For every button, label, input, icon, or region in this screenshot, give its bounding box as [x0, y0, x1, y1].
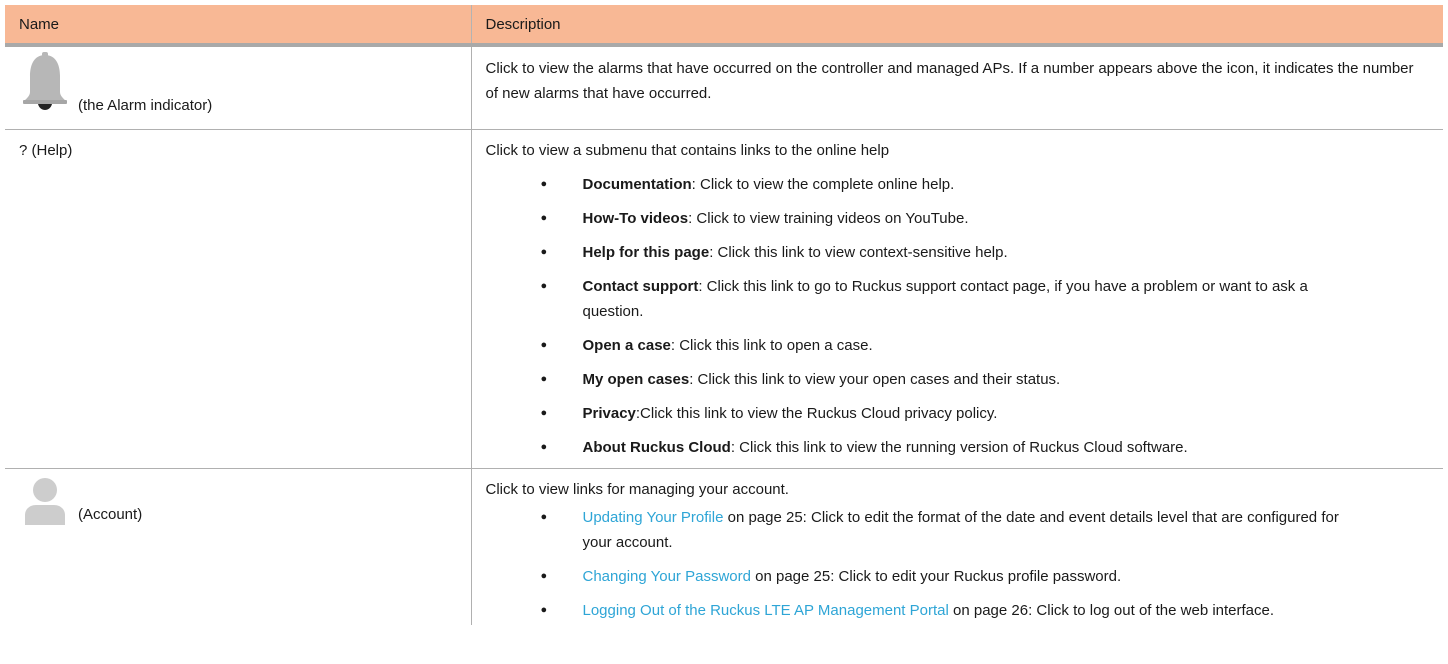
table-header-row: Name Description — [5, 5, 1443, 47]
item-text: on page 25: Click to edit your Ruckus pr… — [750, 568, 1122, 585]
help-menu-list: Documentation: Click to view the complet… — [486, 172, 1430, 460]
list-item: Help for this page: Click this link to v… — [486, 240, 1430, 265]
item-text: : Click this link to view context-sensit… — [709, 244, 1008, 261]
row-name-cell: (Account) — [5, 469, 471, 626]
account-links-list: Updating Your Profile on page 25: Click … — [486, 505, 1430, 623]
list-item: Documentation: Click to view the complet… — [486, 172, 1430, 197]
table-row: ? (Help) Click to view a submenu that co… — [5, 129, 1443, 469]
bell-icon — [21, 52, 69, 116]
item-text: : Click this link to view the running ve… — [730, 439, 1188, 456]
row-description-cell: Click to view the alarms that have occur… — [470, 45, 1443, 130]
list-item: Logging Out of the Ruckus LTE AP Managem… — [486, 598, 1430, 623]
column-header-description: Description — [470, 5, 1443, 47]
description-intro: Click to view links for managing your ac… — [485, 481, 789, 498]
list-item: Privacy:Click this link to view the Ruck… — [486, 401, 1430, 426]
item-term: Documentation — [582, 176, 692, 193]
item-text: : Click this link to view your open case… — [689, 371, 1061, 388]
item-term: My open cases — [582, 371, 690, 388]
updating-profile-link[interactable]: Updating Your Profile — [583, 509, 724, 526]
item-term: Contact support — [582, 278, 699, 295]
list-item: Changing Your Password on page 25: Click… — [486, 564, 1430, 589]
item-term: How-To videos — [582, 210, 689, 227]
row-description-cell: Click to view a submenu that contains li… — [470, 129, 1443, 469]
user-avatar-icon — [21, 477, 69, 531]
column-header-name: Name — [5, 5, 471, 47]
item-term: Open a case — [582, 337, 671, 354]
row-name-text: (Account) — [78, 506, 143, 523]
item-text: :Click this link to view the Ruckus Clou… — [635, 405, 998, 422]
logging-out-link[interactable]: Logging Out of the Ruckus LTE AP Managem… — [583, 602, 949, 619]
list-item: How-To videos: Click to view training vi… — [486, 206, 1430, 231]
description-table: Name Description (the Alarm indicator) C… — [5, 5, 1443, 625]
list-item: Open a case: Click this link to open a c… — [486, 333, 1430, 358]
item-text: : Click to view the complete online help… — [691, 176, 955, 193]
list-item: My open cases: Click this link to view y… — [486, 367, 1430, 392]
row-name-cell: (the Alarm indicator) — [5, 45, 471, 130]
table-row: (the Alarm indicator) Click to view the … — [5, 45, 1443, 130]
row-name-text: (the Alarm indicator) — [78, 97, 213, 114]
list-item: Updating Your Profile on page 25: Click … — [486, 505, 1430, 555]
list-item: About Ruckus Cloud: Click this link to v… — [486, 435, 1430, 460]
row-name-cell: ? (Help) — [5, 129, 471, 469]
list-item: Contact support: Click this link to go t… — [486, 274, 1430, 324]
item-term: About Ruckus Cloud — [582, 439, 731, 456]
row-description-cell: Click to view links for managing your ac… — [470, 468, 1443, 625]
table-row: (Account) Click to view links for managi… — [5, 468, 1443, 626]
item-text: : Click this link to open a case. — [670, 337, 873, 354]
item-term: Privacy — [582, 405, 636, 422]
description-intro: Click to view a submenu that contains li… — [485, 142, 890, 159]
item-term: Help for this page — [582, 244, 710, 261]
description-text: Click to view the alarms that have occur… — [485, 60, 1414, 102]
row-name-text: ? (Help) — [19, 142, 73, 159]
item-text: on page 26: Click to log out of the web … — [948, 602, 1275, 619]
changing-password-link[interactable]: Changing Your Password — [583, 568, 751, 585]
item-text: : Click to view training videos on YouTu… — [688, 210, 969, 227]
